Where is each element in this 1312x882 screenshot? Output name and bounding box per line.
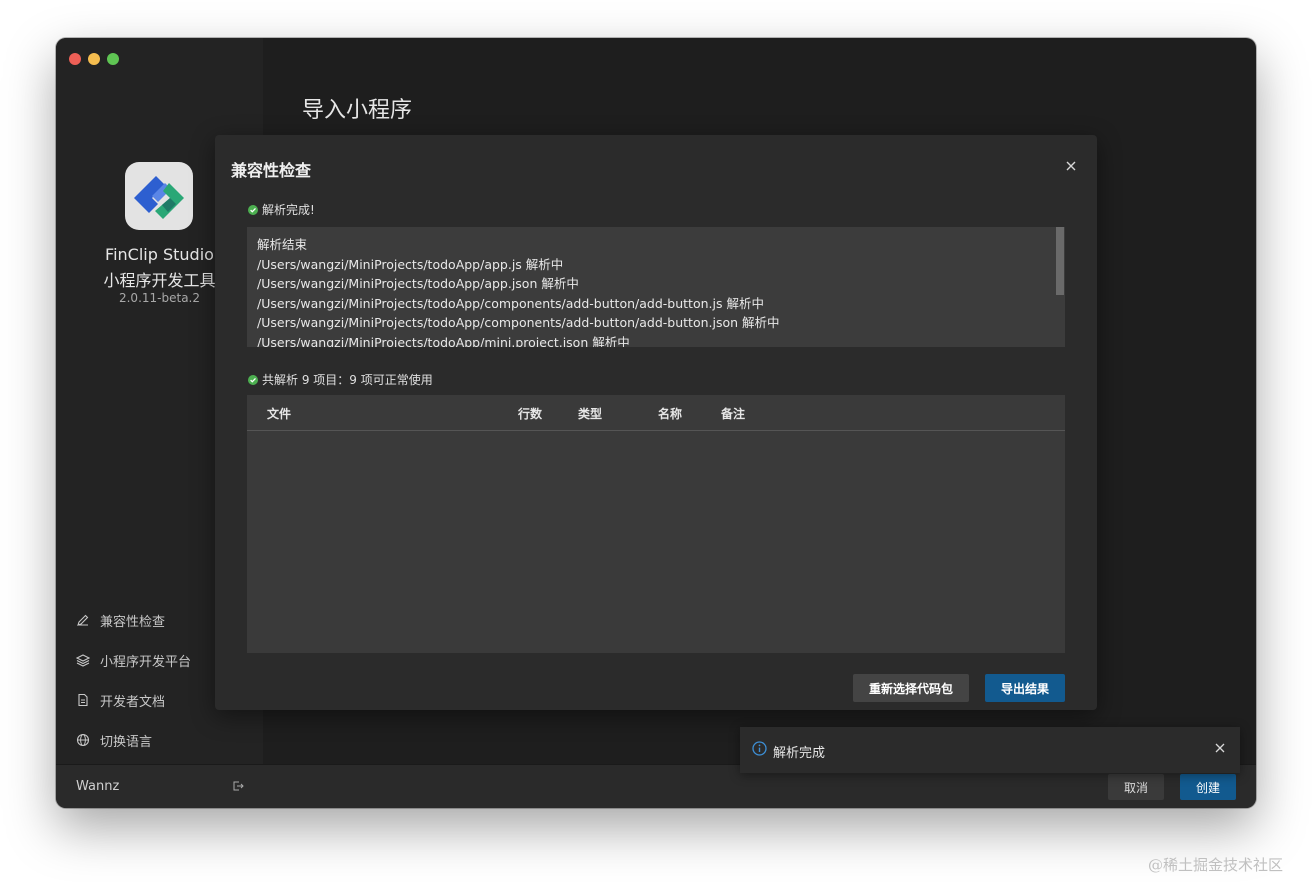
log-line: /Users/wangzi/MiniProjects/todoApp/compo… <box>257 315 780 330</box>
column-header-name[interactable]: 名称 <box>658 405 682 422</box>
column-header-file[interactable]: 文件 <box>267 405 291 422</box>
layers-icon <box>76 654 90 667</box>
sidebar-item-dev-docs[interactable]: 开发者文档 <box>76 680 191 720</box>
dialog-title: 兼容性检查 <box>231 161 312 180</box>
export-results-button[interactable]: 导出结果 <box>985 674 1065 702</box>
summary-status: 共解析 9 项目：9 项可正常使用 <box>248 371 433 388</box>
reselect-package-button[interactable]: 重新选择代码包 <box>853 674 969 702</box>
sidebar-item-label: 切换语言 <box>100 734 153 750</box>
user-name: Wannz <box>76 779 120 794</box>
column-header-lines[interactable]: 行数 <box>518 405 542 422</box>
pencil-icon <box>77 614 89 626</box>
parse-status: 解析完成! <box>248 201 315 218</box>
sidebar-item-label: 小程序开发平台 <box>100 654 192 670</box>
window-controls <box>69 53 119 65</box>
table-header: 文件 行数 类型 名称 备注 <box>247 395 1065 431</box>
parse-status-text: 解析完成! <box>262 203 315 217</box>
app-window: FinClip Studio 小程序开发工具 2.0.11-beta.2 兼容性… <box>56 38 1256 808</box>
finclip-logo-icon <box>134 176 184 219</box>
log-line: /Users/wangzi/MiniProjects/todoApp/compo… <box>257 295 764 311</box>
summary-text: 共解析 9 项目：9 项可正常使用 <box>262 373 433 387</box>
cancel-button[interactable]: 取消 <box>1108 774 1164 800</box>
notification-toast: 解析完成 <box>740 727 1240 773</box>
toast-text: 解析完成 <box>773 746 826 761</box>
result-table: 文件 行数 类型 名称 备注 <box>247 395 1065 653</box>
log-line: /Users/wangzi/MiniProjects/todoApp/app.j… <box>257 276 579 291</box>
sidebar-item-switch-language[interactable]: 切换语言 <box>76 720 191 760</box>
close-icon[interactable] <box>1215 743 1225 753</box>
zoom-window-button[interactable] <box>107 53 119 65</box>
create-button[interactable]: 创建 <box>1180 774 1236 800</box>
minimize-window-button[interactable] <box>88 53 100 65</box>
close-window-button[interactable] <box>69 53 81 65</box>
column-header-note[interactable]: 备注 <box>721 405 745 422</box>
info-icon <box>752 741 767 756</box>
page-title: 导入小程序 <box>302 98 413 123</box>
log-scrollbar[interactable] <box>1056 227 1064 295</box>
sidebar-item-label: 开发者文档 <box>100 694 166 710</box>
sidebar-item-compat-check[interactable]: 兼容性检查 <box>76 600 191 640</box>
sidebar-nav: 兼容性检查 小程序开发平台 开发者文档 切换语言 <box>76 600 191 760</box>
logout-icon[interactable] <box>232 780 244 792</box>
check-circle-icon <box>248 374 258 385</box>
sidebar-item-label: 兼容性检查 <box>100 614 166 630</box>
parse-log[interactable]: 解析结束 /Users/wangzi/MiniProjects/todoApp/… <box>247 227 1065 347</box>
document-icon <box>78 693 88 707</box>
watermark: @稀土掘金技术社区 <box>1148 856 1284 874</box>
compat-check-dialog: 兼容性检查 解析完成! 解析结束 /Users/wangzi/MiniProje… <box>215 135 1097 710</box>
log-line: /Users/wangzi/MiniProjects/todoApp/mini.… <box>257 334 630 348</box>
sidebar-item-mini-platform[interactable]: 小程序开发平台 <box>76 640 191 680</box>
app-logo <box>125 162 193 230</box>
close-icon[interactable] <box>1065 160 1077 172</box>
log-line: 解析结束 <box>257 237 308 252</box>
log-line: /Users/wangzi/MiniProjects/todoApp/app.j… <box>257 256 564 272</box>
log-lines: 解析结束 /Users/wangzi/MiniProjects/todoApp/… <box>257 235 780 347</box>
check-circle-icon <box>248 204 258 215</box>
globe-icon <box>76 733 90 747</box>
column-header-type[interactable]: 类型 <box>578 405 602 422</box>
